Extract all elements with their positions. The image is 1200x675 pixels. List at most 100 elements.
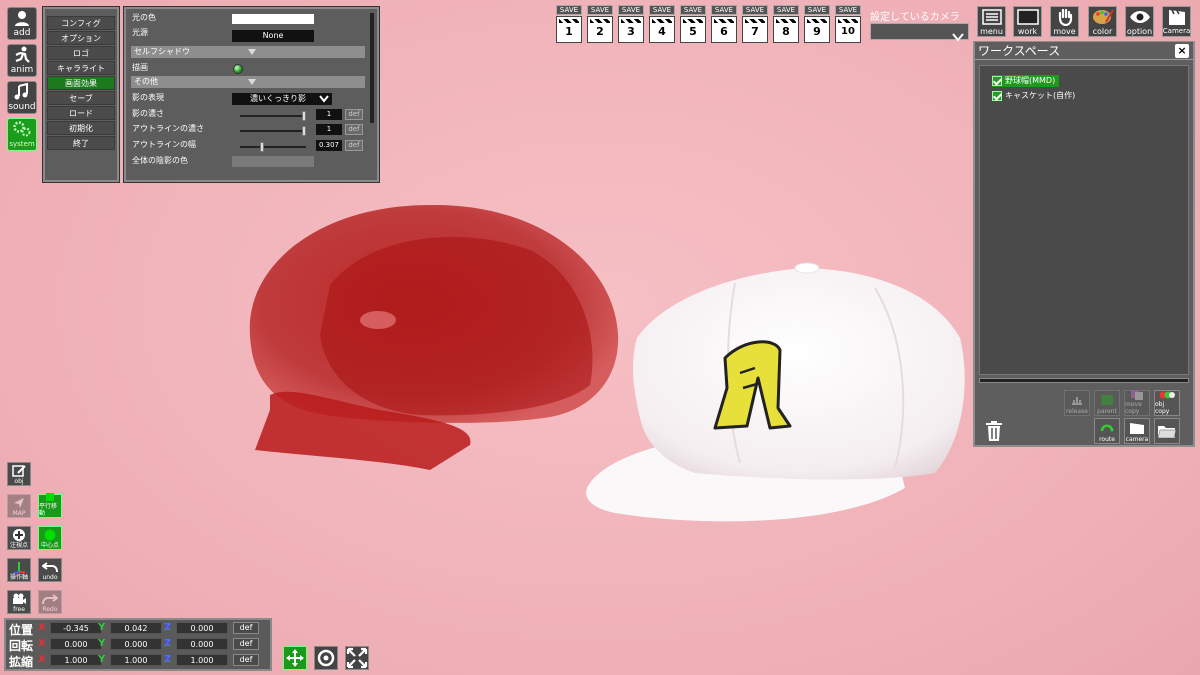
outline-width-slider[interactable] <box>240 142 306 152</box>
workspace-close-button[interactable]: × <box>1175 44 1189 58</box>
shadow-density-def-button[interactable]: def <box>345 109 363 120</box>
route-button[interactable]: route <box>1094 418 1120 444</box>
transform-def-button[interactable]: def <box>233 638 259 650</box>
save-slot-button[interactable]: SAVE 10 <box>835 5 861 43</box>
grid-icon <box>1100 391 1114 408</box>
draw-toggle[interactable] <box>233 64 243 74</box>
casquette-model[interactable] <box>230 195 630 480</box>
menu-button[interactable]: menu <box>977 6 1006 37</box>
transform-x-value[interactable]: 1.000 <box>50 654 102 666</box>
release-button[interactable]: release <box>1064 390 1090 416</box>
slider-knob[interactable] <box>302 111 306 121</box>
save-slot-button[interactable]: SAVE 2 <box>587 5 613 43</box>
system-menu-item[interactable]: 初期化 <box>47 121 115 135</box>
global-shade-swatch[interactable] <box>232 156 314 167</box>
transform-row-label: 位置 <box>9 623 34 637</box>
redo-button[interactable]: Redo <box>38 590 62 614</box>
undo-button[interactable]: undo <box>38 558 62 582</box>
system-menu-item[interactable]: コンフィグ <box>47 16 115 30</box>
square-icon <box>44 491 56 503</box>
system-menu-item[interactable]: オプション <box>47 31 115 45</box>
parallel-move-button[interactable]: 平行移動 <box>38 491 62 518</box>
save-slot-button[interactable]: SAVE 8 <box>773 5 799 43</box>
system-menu-item[interactable]: 画面効果 <box>47 76 115 90</box>
transform-y-value[interactable]: 1.000 <box>110 654 162 666</box>
transform-def-button[interactable]: def <box>233 654 259 666</box>
map-button[interactable]: MAP <box>7 494 31 518</box>
system-menu-item[interactable]: ロード <box>47 106 115 120</box>
transform-z-value[interactable]: 1.000 <box>176 654 228 666</box>
clapperboard-icon: 9 <box>804 16 830 43</box>
axis-x-label: X <box>38 638 46 649</box>
transform-x-value[interactable]: 0.000 <box>50 638 102 650</box>
scale-gizmo-button[interactable] <box>345 646 369 670</box>
outline-density-def-button[interactable]: def <box>345 124 363 135</box>
workspace-scrollbar[interactable] <box>979 378 1189 383</box>
system-menu-item[interactable]: セーブ <box>47 91 115 105</box>
baseball-cap-model[interactable] <box>575 258 970 528</box>
save-slot-button[interactable]: SAVE 5 <box>680 5 706 43</box>
workspace-camera-button[interactable]: camera <box>1124 418 1150 444</box>
color-button[interactable]: color <box>1088 6 1117 37</box>
music-note-icon <box>13 82 31 102</box>
window-icon <box>1014 7 1041 27</box>
checkbox[interactable] <box>992 90 1002 101</box>
transform-x-value[interactable]: -0.345 <box>50 622 102 634</box>
shadow-expression-select[interactable]: 濃いくっきり影 <box>232 93 332 105</box>
system-menu-item[interactable]: 終了 <box>47 136 115 150</box>
work-button[interactable]: work <box>1013 6 1042 37</box>
system-button[interactable]: system <box>7 118 37 151</box>
sound-button[interactable]: sound <box>7 81 37 114</box>
system-menu-item[interactable]: ロゴ <box>47 46 115 60</box>
draw-label: 描画 <box>132 63 148 72</box>
transform-z-value[interactable]: 0.000 <box>176 622 228 634</box>
settings-scrollbar[interactable] <box>370 13 374 123</box>
delete-button[interactable] <box>981 418 1007 444</box>
self-shadow-section[interactable]: セルフシャドウ <box>131 46 365 58</box>
move-button[interactable]: move <box>1050 6 1079 37</box>
add-button[interactable]: add <box>7 7 37 40</box>
transform-y-value[interactable]: 0.000 <box>110 638 162 650</box>
save-slot-button[interactable]: SAVE 3 <box>618 5 644 43</box>
obj-button[interactable]: obj <box>7 462 31 486</box>
redo-icon <box>42 591 58 606</box>
obj-copy-button[interactable]: obj copy <box>1154 390 1180 416</box>
save-slot-button[interactable]: SAVE 7 <box>742 5 768 43</box>
slider-knob[interactable] <box>302 126 306 136</box>
save-slot-button[interactable]: SAVE 4 <box>649 5 675 43</box>
outline-width-value[interactable]: 0.307 <box>316 140 342 151</box>
outline-width-def-button[interactable]: def <box>345 140 363 151</box>
axis-button[interactable]: 操作軸 <box>7 558 31 582</box>
transform-y-value[interactable]: 0.042 <box>110 622 162 634</box>
outline-density-value[interactable]: 1 <box>316 124 342 135</box>
light-source-field[interactable]: None <box>232 30 314 42</box>
checkbox[interactable] <box>992 75 1002 86</box>
light-color-swatch[interactable] <box>232 14 314 24</box>
center-point-button[interactable]: 中心点 <box>38 526 62 550</box>
workspace-item-baseball-cap[interactable]: 野球帽(MMD) <box>992 75 1060 87</box>
option-button[interactable]: option <box>1125 6 1154 37</box>
save-slot-button[interactable]: SAVE 9 <box>804 5 830 43</box>
save-slot-button[interactable]: SAVE 6 <box>711 5 737 43</box>
move-copy-button[interactable]: move copy <box>1124 390 1150 416</box>
camera-select[interactable] <box>870 23 969 42</box>
move-gizmo-button[interactable] <box>283 646 307 670</box>
gaze-point-button[interactable]: 注視点 <box>7 526 31 550</box>
parent-button[interactable]: parent <box>1094 390 1120 416</box>
cursor-icon <box>12 495 26 510</box>
slider-knob[interactable] <box>260 142 264 152</box>
transform-z-value[interactable]: 0.000 <box>176 638 228 650</box>
workspace-item-casquette[interactable]: キャスケット(自作) <box>992 90 1075 102</box>
shadow-density-value[interactable]: 1 <box>316 109 342 120</box>
shadow-density-slider[interactable] <box>240 111 306 121</box>
rotate-gizmo-button[interactable] <box>314 646 338 670</box>
free-camera-button[interactable]: free <box>7 590 31 614</box>
system-menu-item[interactable]: キャラライト <box>47 61 115 75</box>
save-slot-button[interactable]: SAVE 1 <box>556 5 582 43</box>
anim-button[interactable]: anim <box>7 44 37 77</box>
transform-def-button[interactable]: def <box>233 622 259 634</box>
other-section[interactable]: その他 <box>131 76 365 88</box>
camera-button[interactable]: Camera <box>1162 6 1191 37</box>
outline-density-slider[interactable] <box>240 126 306 136</box>
open-folder-button[interactable] <box>1154 418 1180 444</box>
